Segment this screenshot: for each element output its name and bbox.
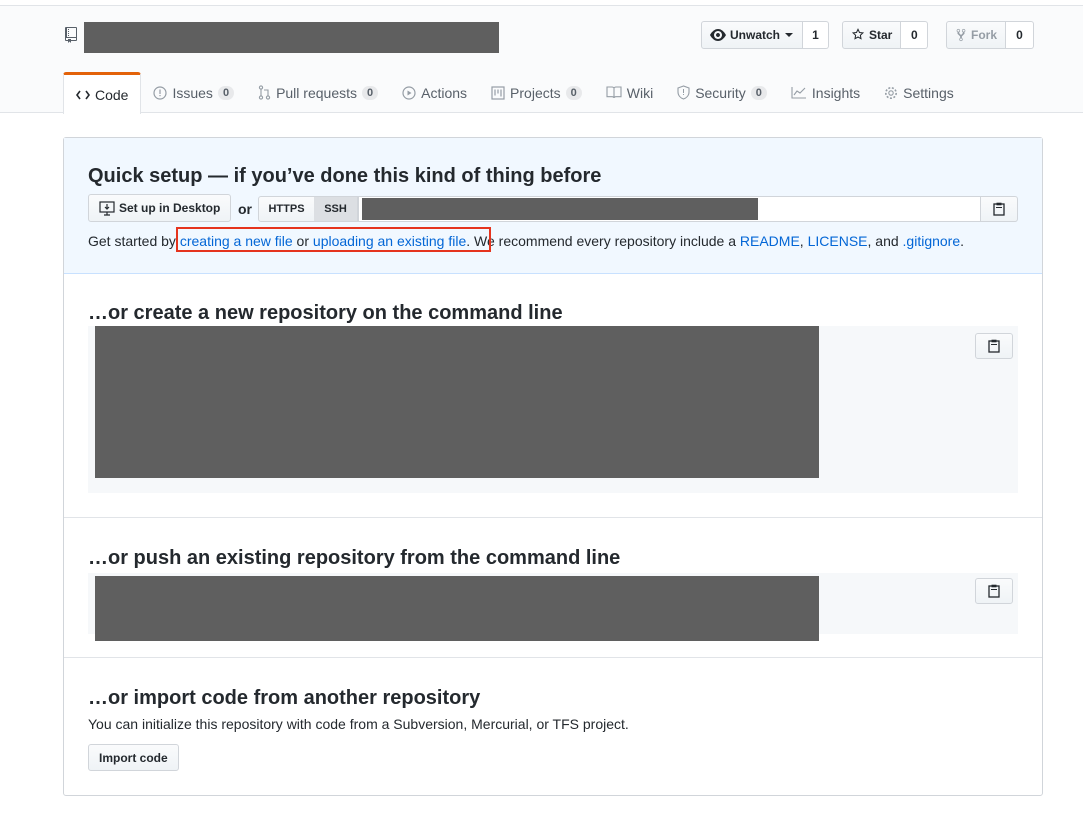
repo-icon bbox=[65, 27, 77, 43]
eye-icon bbox=[710, 29, 726, 41]
repo-nav-tabs: Code Issues 0 Pull requests 0 Actions Pr… bbox=[63, 72, 966, 114]
star-group: Star 0 bbox=[842, 21, 929, 49]
copy-url-button[interactable] bbox=[980, 196, 1018, 222]
quick-setup-section: Quick setup — if you’ve done this kind o… bbox=[64, 138, 1042, 274]
tab-issues[interactable]: Issues 0 bbox=[141, 72, 246, 113]
unwatch-button[interactable]: Unwatch bbox=[701, 21, 804, 49]
issue-icon bbox=[153, 85, 168, 100]
play-icon bbox=[402, 85, 416, 100]
code-icon bbox=[76, 90, 90, 99]
pull-requests-counter: 0 bbox=[362, 85, 379, 100]
clone-url-redacted bbox=[362, 198, 758, 220]
comma-text: , bbox=[799, 233, 808, 249]
tab-settings-label: Settings bbox=[903, 84, 954, 101]
license-link[interactable]: LICENSE bbox=[808, 233, 868, 249]
tab-projects-label: Projects bbox=[510, 84, 561, 101]
tab-actions-label: Actions bbox=[421, 84, 468, 101]
create-repo-commands-redacted bbox=[95, 326, 819, 478]
pull-request-icon bbox=[258, 85, 271, 100]
caret-down-icon bbox=[785, 33, 794, 37]
setup-in-desktop-label: Set up in Desktop bbox=[119, 201, 221, 215]
issues-counter: 0 bbox=[217, 85, 235, 100]
setup-in-desktop-button[interactable]: Set up in Desktop bbox=[88, 194, 232, 222]
tab-insights-label: Insights bbox=[811, 84, 861, 101]
copy-push-commands-button[interactable] bbox=[975, 578, 1013, 604]
tab-issues-label: Issues bbox=[172, 84, 213, 101]
tab-actions[interactable]: Actions bbox=[390, 72, 479, 113]
gear-icon bbox=[885, 86, 898, 99]
push-repo-title: …or push an existing repository from the… bbox=[88, 547, 621, 569]
fork-button[interactable]: Fork bbox=[946, 21, 1007, 49]
ssh-toggle[interactable]: SSH bbox=[314, 196, 358, 222]
create-repo-code-block bbox=[88, 326, 1018, 493]
tab-pull-requests-label: Pull requests bbox=[276, 84, 357, 101]
section-divider bbox=[64, 517, 1042, 518]
copy-create-commands-button[interactable] bbox=[975, 333, 1013, 359]
recommend-text: . We recommend every repository include … bbox=[466, 233, 740, 249]
tab-projects[interactable]: Projects 0 bbox=[479, 72, 594, 113]
fork-count[interactable]: 0 bbox=[1006, 21, 1035, 49]
create-repo-title: …or create a new repository on the comma… bbox=[88, 302, 563, 324]
readme-link[interactable]: README bbox=[740, 233, 800, 249]
star-count[interactable]: 0 bbox=[901, 21, 929, 49]
star-label: Star bbox=[869, 28, 893, 42]
star-button[interactable]: Star bbox=[842, 21, 902, 49]
projects-counter: 0 bbox=[565, 85, 582, 100]
unwatch-label: Unwatch bbox=[730, 28, 781, 42]
clipboard-icon bbox=[988, 339, 1000, 353]
tab-wiki[interactable]: Wiki bbox=[594, 72, 665, 113]
tab-security-label: Security bbox=[695, 84, 746, 101]
import-repo-title: …or import code from another repository bbox=[88, 687, 481, 709]
tab-pull-requests[interactable]: Pull requests 0 bbox=[246, 72, 390, 113]
tab-wiki-label: Wiki bbox=[626, 84, 654, 101]
tab-code[interactable]: Code bbox=[63, 72, 142, 114]
quick-setup-title: Quick setup — if you’ve done this kind o… bbox=[88, 165, 602, 187]
shield-icon bbox=[677, 85, 690, 100]
highlight-box bbox=[176, 227, 491, 252]
import-description: You can initialize this repository with … bbox=[88, 716, 629, 732]
fork-label: Fork bbox=[971, 28, 998, 42]
clone-url-input[interactable] bbox=[358, 196, 982, 222]
push-repo-commands-redacted bbox=[95, 576, 819, 641]
tab-code-label: Code bbox=[95, 86, 129, 103]
watch-count[interactable]: 1 bbox=[803, 21, 830, 49]
or-label: or bbox=[238, 201, 252, 217]
desktop-download-icon bbox=[99, 200, 115, 216]
gitignore-link[interactable]: .gitignore bbox=[903, 233, 961, 249]
project-icon bbox=[491, 85, 505, 100]
tab-security[interactable]: Security 0 bbox=[665, 72, 779, 113]
import-code-button[interactable]: Import code bbox=[88, 744, 179, 771]
graph-icon bbox=[791, 87, 806, 99]
clipboard-icon bbox=[988, 584, 1000, 598]
https-toggle[interactable]: HTTPS bbox=[258, 196, 315, 222]
tab-settings[interactable]: Settings bbox=[872, 72, 966, 113]
fork-group: Fork 0 bbox=[946, 21, 1035, 49]
section-divider bbox=[64, 657, 1042, 658]
get-started-prefix: Get started by bbox=[88, 233, 180, 249]
period-text: . bbox=[960, 233, 965, 249]
clipboard-icon bbox=[993, 202, 1005, 216]
setup-box: Quick setup — if you’ve done this kind o… bbox=[63, 137, 1043, 796]
star-icon bbox=[851, 28, 865, 40]
watch-group: Unwatch 1 bbox=[701, 21, 830, 49]
and-text: , and bbox=[867, 233, 903, 249]
push-repo-code-block bbox=[88, 573, 1018, 641]
fork-icon bbox=[956, 28, 966, 42]
tab-insights[interactable]: Insights bbox=[779, 72, 872, 113]
security-counter: 0 bbox=[750, 85, 767, 100]
repo-name-redacted[interactable] bbox=[84, 22, 499, 53]
book-icon bbox=[606, 86, 622, 99]
